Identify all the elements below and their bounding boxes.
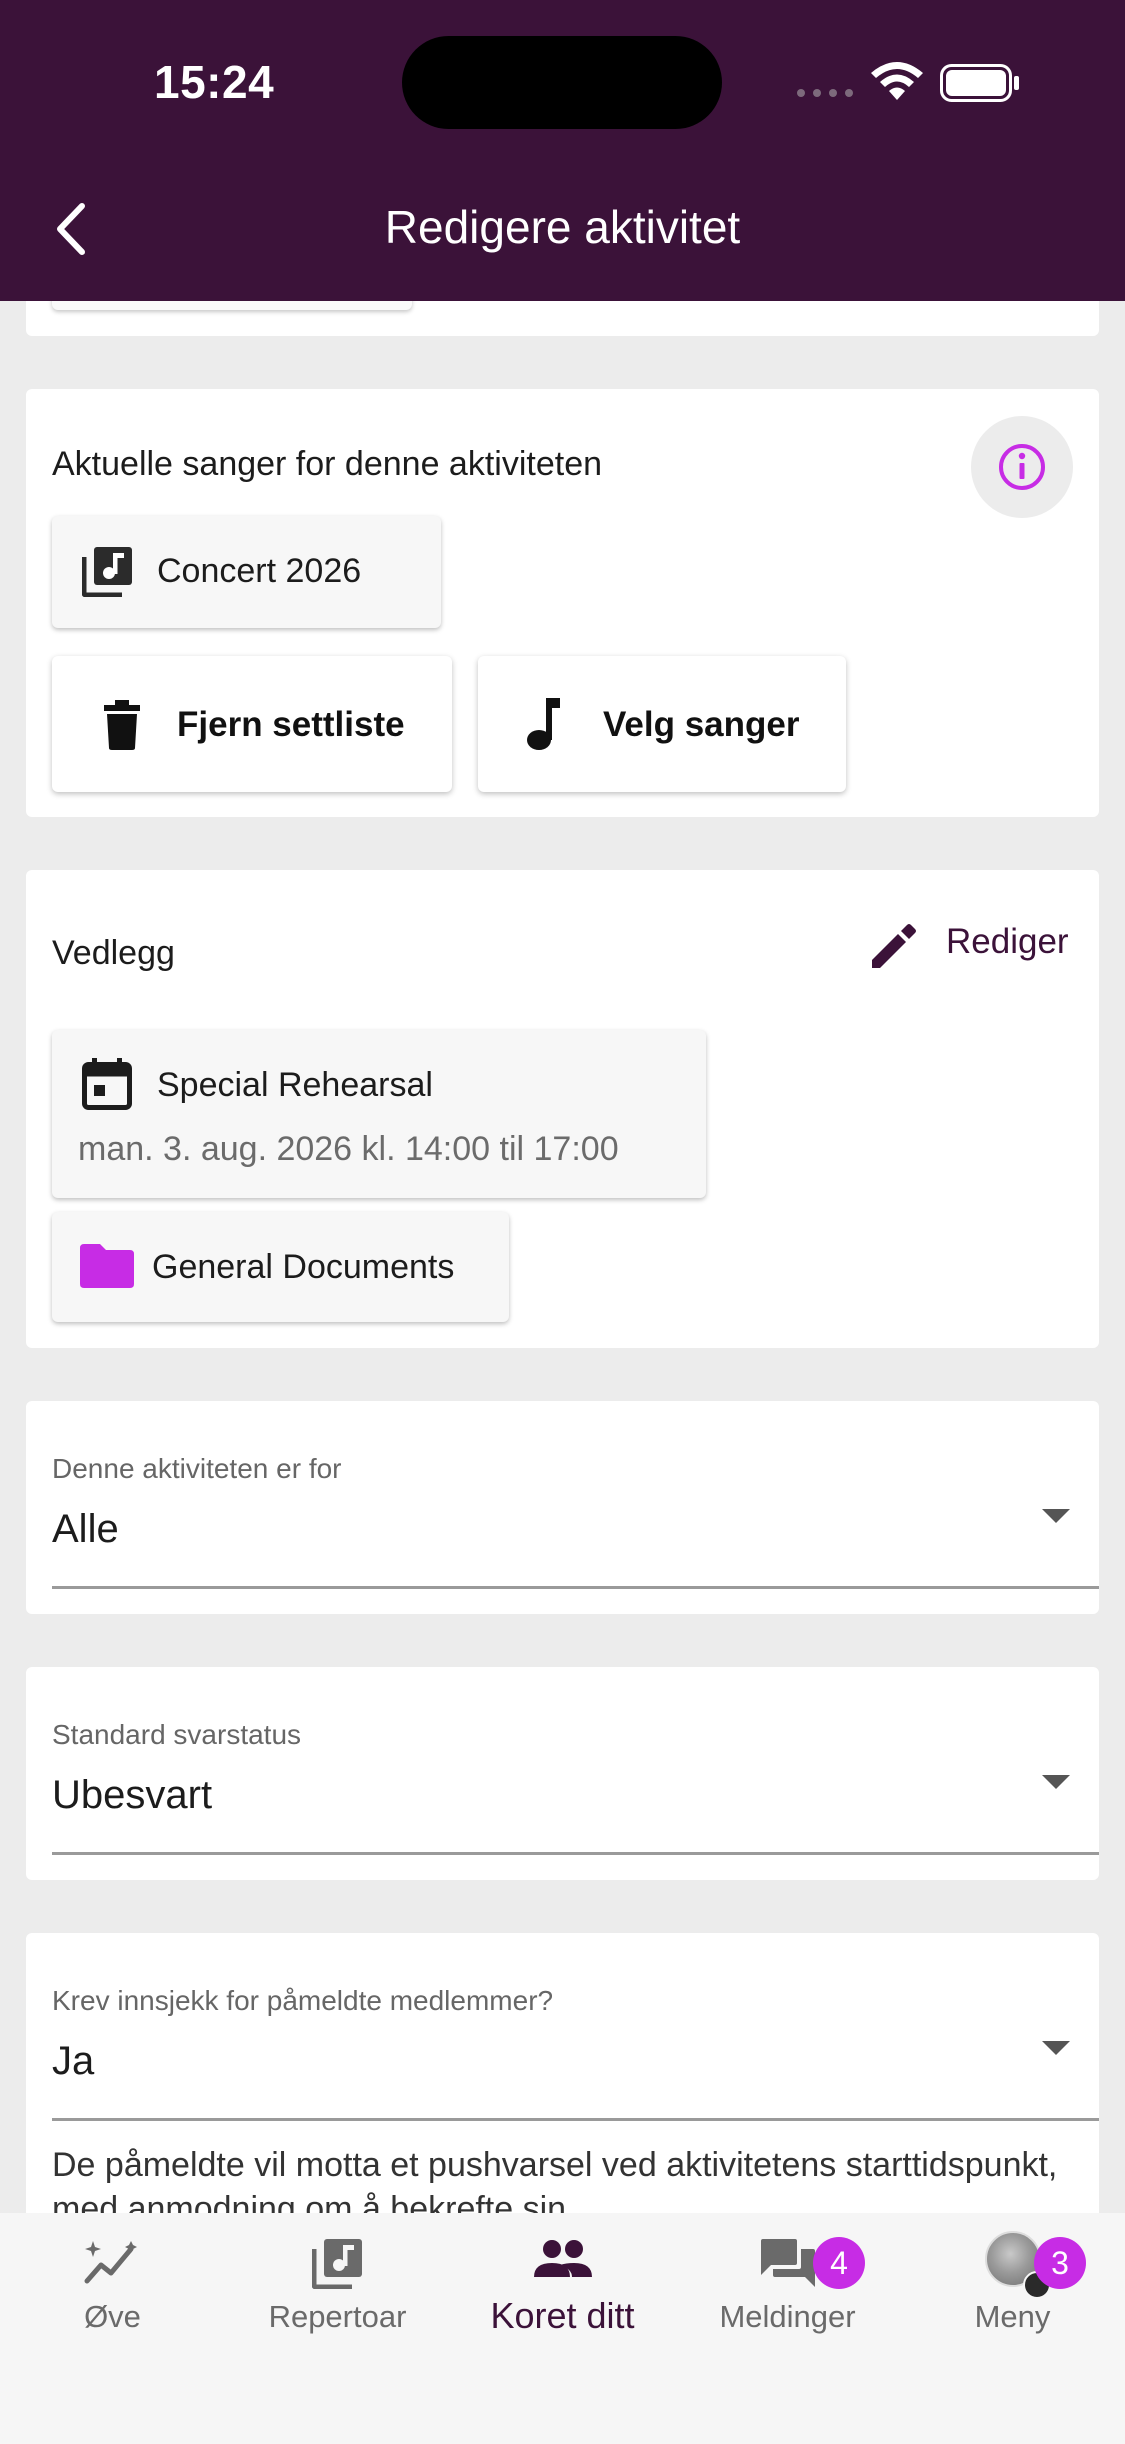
music-note-icon	[527, 698, 560, 750]
checkin-value: Ja	[52, 2039, 95, 2083]
choose-songs-button[interactable]: Velg sanger	[478, 656, 846, 792]
nav-label-menu: Meny	[974, 2299, 1051, 2334]
event-time: man. 3. aug. 2026 kl. 14:00 til 17:00	[78, 1130, 619, 1168]
music-library-icon	[82, 547, 132, 597]
event-title: Special Rehearsal	[157, 1066, 433, 1104]
audience-value: Alle	[52, 1507, 119, 1551]
nav-item-repertoire[interactable]: Repertoar	[225, 2213, 450, 2353]
remove-setlist-label: Fjern settliste	[177, 705, 405, 744]
nav-item-practice[interactable]: Øve	[0, 2213, 225, 2353]
nav-label-messages: Meldinger	[719, 2299, 856, 2334]
chart-sparkle-icon	[84, 2241, 137, 2284]
messages-badge: 4	[813, 2237, 865, 2289]
nav-item-menu[interactable]: 3 Meny	[900, 2213, 1125, 2353]
setlist-chip[interactable]: Concert 2026	[52, 516, 441, 628]
choose-songs-label: Velg sanger	[603, 705, 800, 744]
default-status-select-card[interactable]: Standard svarstatus Ubesvart	[26, 1667, 1099, 1880]
folder-icon	[80, 1244, 134, 1288]
songs-label: Aktuelle sanger for denne aktiviteten	[52, 445, 603, 483]
default-status-value: Ubesvart	[52, 1773, 213, 1817]
signal-dots-icon	[797, 89, 853, 97]
audience-underline	[52, 1586, 1099, 1589]
dropdown-caret-icon	[1042, 1509, 1070, 1523]
audience-label: Denne aktiviteten er for	[52, 1453, 342, 1484]
wifi-icon	[871, 62, 923, 100]
app-header: 15:24 Redigere aktivitet	[0, 0, 1125, 301]
checkin-select-card[interactable]: Krev innsjekk for påmeldte medlemmer? Ja…	[26, 1933, 1099, 2253]
trash-icon	[104, 700, 140, 750]
default-status-underline	[52, 1852, 1099, 1855]
nav-item-your-choir[interactable]: Koret ditt	[450, 2213, 675, 2353]
dropdown-caret-icon	[1042, 2041, 1070, 2055]
remove-setlist-button[interactable]: Fjern settliste	[52, 656, 452, 792]
nav-label-your-choir: Koret ditt	[490, 2295, 635, 2336]
info-icon	[999, 444, 1045, 490]
nav-label-practice: Øve	[84, 2299, 141, 2334]
attachments-label: Vedlegg	[52, 934, 175, 972]
dropdown-caret-icon	[1042, 1775, 1070, 1789]
chat-icon	[760, 2239, 815, 2287]
attachments-card: Vedlegg Rediger Special Rehearsal man. 3…	[26, 870, 1099, 1348]
folder-attachment-chip[interactable]: General Documents	[52, 1212, 509, 1322]
nav-item-messages[interactable]: 4 Meldinger	[675, 2213, 900, 2353]
menu-badge: 3	[1034, 2237, 1086, 2289]
songs-card: Aktuelle sanger for denne aktiviteten Co…	[26, 389, 1099, 817]
audience-select-card[interactable]: Denne aktiviteten er for Alle	[26, 1401, 1099, 1614]
battery-icon	[940, 64, 1019, 102]
folder-label: General Documents	[152, 1248, 455, 1286]
info-button[interactable]	[971, 416, 1073, 518]
checkin-underline	[52, 2118, 1099, 2121]
nav-label-repertoire: Repertoar	[268, 2299, 407, 2334]
edit-attachments-button[interactable]: Rediger	[838, 910, 1088, 980]
pencil-icon	[872, 924, 916, 968]
setlist-chip-label: Concert 2026	[157, 552, 362, 590]
default-status-label: Standard svarstatus	[52, 1719, 302, 1750]
avatar-icon	[984, 2231, 1051, 2299]
calendar-icon	[82, 1058, 132, 1110]
group-icon	[533, 2240, 592, 2277]
event-attachment-chip[interactable]: Special Rehearsal man. 3. aug. 2026 kl. …	[52, 1030, 706, 1198]
bottom-navigation: Øve Repertoar Koret ditt 4 Meldinger 3 M…	[0, 2213, 1125, 2444]
music-library-icon	[311, 2239, 362, 2289]
checkin-label: Krev innsjekk for påmeldte medlemmer?	[52, 1985, 554, 2016]
page-title: Redigere aktivitet	[384, 201, 741, 253]
status-time: 15:24	[154, 56, 275, 108]
dynamic-island	[402, 36, 722, 129]
edit-attachments-label: Rediger	[946, 922, 1069, 961]
